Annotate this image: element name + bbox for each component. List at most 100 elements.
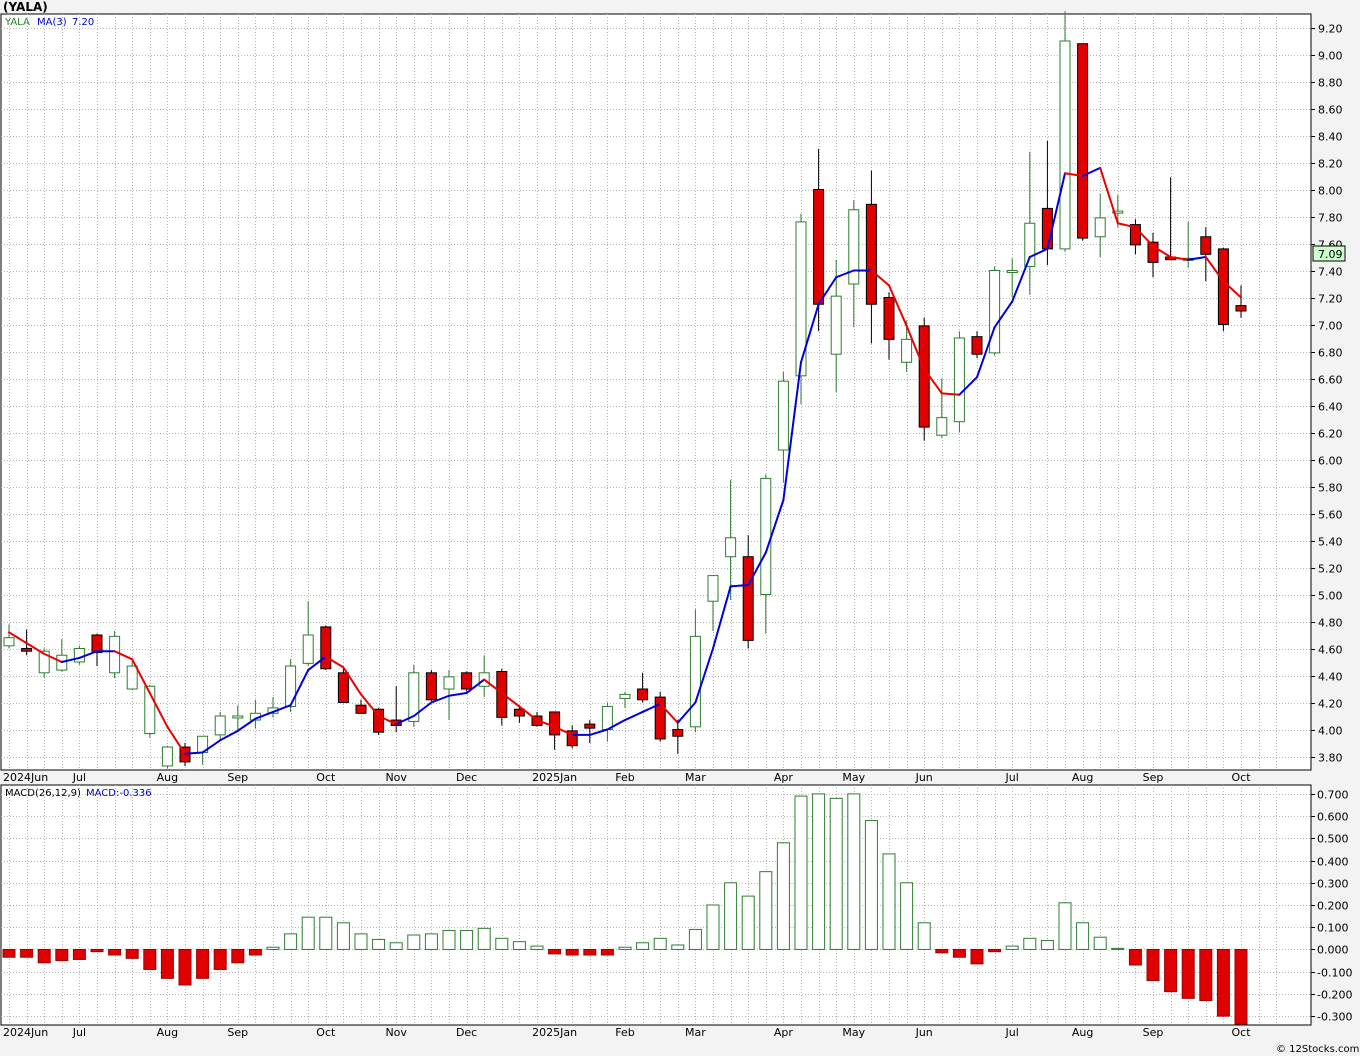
- price-x-tick-label: Jun: [915, 771, 933, 784]
- price-y-tick-label: 4.00: [1318, 725, 1343, 738]
- macd-bar: [776, 842, 790, 950]
- candle-body: [830, 295, 842, 355]
- macd-y-tick-label: 0.300: [1317, 878, 1349, 891]
- price-x-tick-label: Sep: [1143, 771, 1164, 784]
- candle-body: [91, 634, 103, 654]
- macd-y-axis: -0.300 -0.200 -0.100 0.000 0.100 0.200 0.3…: [1311, 789, 1352, 1024]
- candle-body: [619, 693, 631, 699]
- price-y-tick-label: 5.00: [1318, 590, 1343, 603]
- macd-bar: [512, 941, 526, 950]
- macd-bar: [1128, 948, 1142, 966]
- price-y-tick-label: 8.40: [1318, 131, 1343, 144]
- candle-body: [1217, 248, 1229, 325]
- candle-body: [549, 711, 561, 736]
- candle-body: [707, 575, 719, 602]
- ma-segment: [729, 584, 750, 588]
- macd-bar: [495, 937, 509, 950]
- macd-bar: [1040, 940, 1054, 950]
- macd-bar: [213, 948, 227, 970]
- price-x-tick-label: May: [842, 771, 865, 784]
- macd-bar: [178, 948, 192, 986]
- macd-bar: [812, 793, 826, 950]
- price-y-tick-label: 9.00: [1318, 50, 1343, 63]
- macd-bar: [935, 948, 949, 954]
- candle-body: [73, 648, 85, 663]
- macd-bar: [600, 948, 614, 956]
- macd-bar: [55, 948, 69, 962]
- price-y-tick-label: 5.80: [1318, 482, 1343, 495]
- candle-body: [320, 626, 332, 670]
- macd-bar: [1181, 948, 1195, 999]
- price-x-tick-label: Jul: [72, 771, 86, 784]
- macd-y-tick-label: 0.600: [1317, 811, 1349, 824]
- macd-x-tick-label: Oct: [1231, 1026, 1251, 1039]
- legend-macd-label: MACD(26,12,9): [5, 788, 81, 799]
- macd-bar: [1216, 948, 1230, 1017]
- candle-body: [760, 477, 772, 595]
- price-y-tick-label: 7.80: [1318, 212, 1343, 225]
- price-y-tick-label: 5.60: [1318, 509, 1343, 522]
- macd-y-tick-label: -0.200: [1317, 989, 1352, 1002]
- candle-body: [989, 270, 1001, 354]
- macd-bar: [424, 933, 438, 950]
- price-x-tick-label: Sep: [227, 771, 248, 784]
- candle: [1217, 247, 1229, 332]
- macd-x-tick-label: 2024Jun: [3, 1026, 48, 1039]
- legend-macd-value: MACD:-0.336: [86, 788, 152, 799]
- macd-x-tick-label: Apr: [774, 1026, 794, 1039]
- macd-x-tick-label: Jul: [1005, 1026, 1019, 1039]
- macd-bar: [847, 793, 861, 950]
- macd-bar: [389, 942, 403, 950]
- chart-canvas: 3.80 4.00 4.20 4.40 4.60 4.80 5.00 5.20 5.40 5.60…: [0, 0, 1360, 1056]
- candle: [496, 668, 508, 726]
- chart-title: (YALA): [3, 0, 48, 14]
- price-x-tick-label: Feb: [615, 771, 634, 784]
- macd-x-tick-label: Sep: [1143, 1026, 1164, 1039]
- macd-bar: [442, 930, 456, 950]
- candle-body: [601, 706, 613, 730]
- candle: [1077, 43, 1089, 241]
- macd-bar: [1199, 948, 1213, 1002]
- legend-ma-value: 7.20: [72, 17, 94, 28]
- candle-body: [936, 417, 948, 436]
- macd-bar: [108, 948, 122, 956]
- candle: [425, 670, 437, 702]
- macd-bar: [284, 933, 298, 950]
- candle-body: [443, 676, 455, 690]
- macd-bar: [72, 948, 86, 960]
- candle-body: [337, 672, 349, 703]
- macd-bar: [864, 820, 878, 950]
- macd-y-tick-label: -0.300: [1317, 1011, 1352, 1024]
- candle: [161, 745, 173, 769]
- price-x-tick-label: Dec: [456, 771, 477, 784]
- candle-body: [461, 672, 473, 690]
- candle-body: [742, 556, 754, 641]
- macd-x-tick-label: Feb: [615, 1026, 634, 1039]
- candle-body: [584, 723, 596, 729]
- macd-bar: [90, 948, 104, 953]
- macd-y-tick-label: 0.000: [1317, 944, 1349, 957]
- macd-bar: [952, 948, 966, 958]
- macd-bar: [583, 948, 597, 956]
- macd-bar: [266, 946, 280, 950]
- price-x-tick-label: Nov: [385, 771, 407, 784]
- candle-body: [232, 715, 244, 719]
- macd-bar: [829, 797, 843, 950]
- macd-y-tick-label: 0.100: [1317, 922, 1349, 935]
- macd-y-tick-label: 0.400: [1317, 856, 1349, 869]
- macd-bar: [20, 948, 34, 958]
- candle: [73, 645, 85, 665]
- macd-bar: [688, 928, 702, 950]
- candle: [795, 213, 807, 405]
- candle-body: [1024, 222, 1036, 267]
- last-price-marker: 7.09: [1312, 245, 1346, 262]
- macd-x-tick-label: Aug: [1072, 1026, 1093, 1039]
- macd-bar: [565, 948, 579, 956]
- macd-bar: [759, 871, 773, 950]
- macd-x-axis: 2024Jun Jul Aug Sep Oct Nov Dec 2025Jan Feb Mar Ap…: [3, 1026, 1251, 1039]
- candle-body: [918, 325, 930, 428]
- candle-body: [901, 338, 913, 363]
- candle-body: [883, 297, 895, 340]
- macd-bar: [319, 916, 333, 950]
- macd-bar: [143, 948, 157, 970]
